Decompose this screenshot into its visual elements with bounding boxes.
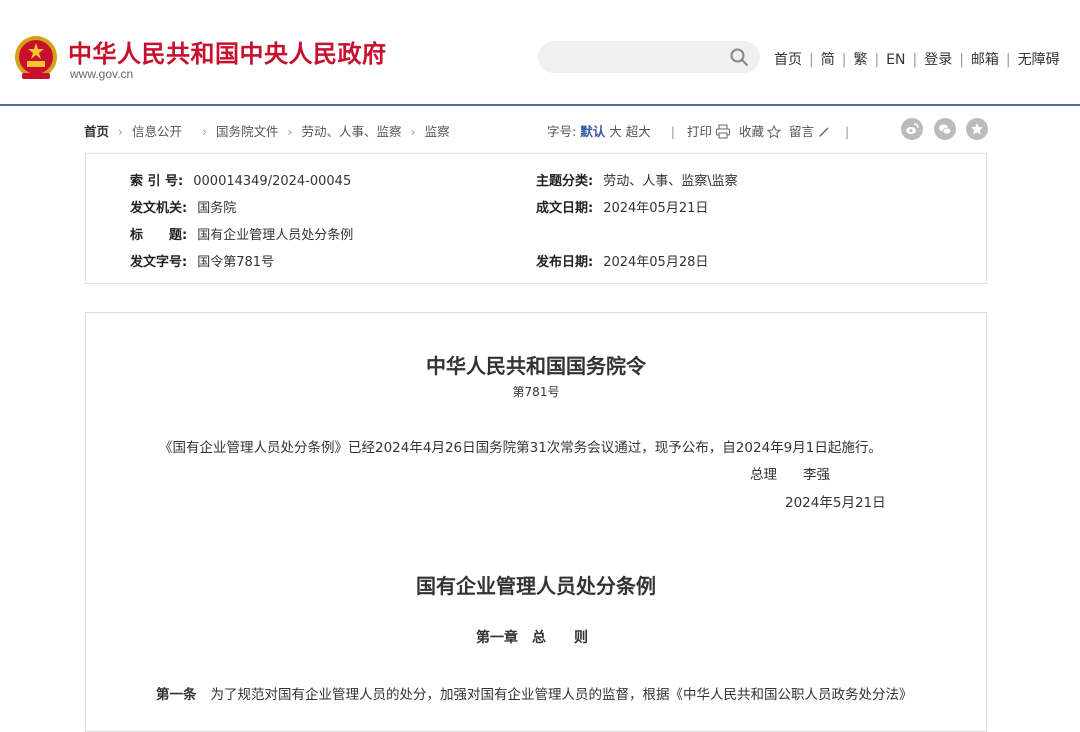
meta-category-label: 主题分类: xyxy=(536,174,594,189)
meta-index: 索 引 号: 000014349/2024-00045 xyxy=(130,170,351,189)
breadcrumb-supervision[interactable]: 监察 xyxy=(425,124,450,139)
meta-issuer-label: 发文机关: xyxy=(130,201,188,216)
chapter-heading: 第一章 总 则 xyxy=(476,630,588,646)
nav-separator: | xyxy=(959,52,964,68)
meta-doc-number: 发文字号: 国令第781号 xyxy=(130,251,274,270)
meta-title-label: 标 题: xyxy=(130,228,188,243)
meta-written-value: 2024年05月21日 xyxy=(603,201,709,216)
chevron-right-icon: › xyxy=(410,124,416,139)
comment-label: 留言 xyxy=(789,124,815,139)
font-size-xlarge[interactable]: 超大 xyxy=(626,124,651,139)
nav-english[interactable]: EN xyxy=(886,52,905,68)
search-icon[interactable] xyxy=(729,47,749,67)
print-button[interactable]: 打印 xyxy=(687,121,731,140)
breadcrumb-info-public[interactable]: 信息公开 xyxy=(132,124,182,139)
star-icon xyxy=(971,123,983,135)
nav-separator: | xyxy=(874,52,880,68)
meta-index-label: 索 引 号: xyxy=(130,174,184,189)
nav-separator: | xyxy=(841,52,847,68)
printer-icon xyxy=(716,124,730,139)
site-url: www.gov.cn xyxy=(70,67,134,81)
print-label: 打印 xyxy=(686,124,712,139)
divider: | xyxy=(670,124,675,139)
meta-written-label: 成文日期: xyxy=(536,201,594,216)
pencil-icon xyxy=(819,127,829,137)
weibo-share-button[interactable] xyxy=(901,118,923,140)
wechat-icon xyxy=(939,124,952,135)
meta-doc-number-value: 国令第781号 xyxy=(197,255,275,270)
regulation-title: 国有企业管理人员处分条例 xyxy=(416,574,656,598)
nav-separator: | xyxy=(809,52,814,68)
meta-publish-date: 发布日期: 2024年05月28日 xyxy=(536,251,708,270)
favorite-label: 收藏 xyxy=(739,124,765,139)
order-title: 中华人民共和国国务院令 xyxy=(426,354,646,378)
top-nav: 首页 | 简 | 繁 | EN | 登录 | 邮箱 | 无障碍 xyxy=(774,49,1060,69)
national-emblem-icon[interactable] xyxy=(14,35,58,81)
favorite-share-button[interactable] xyxy=(966,118,988,140)
wechat-share-button[interactable] xyxy=(934,118,956,140)
article-1: 第一条 为了规范对国有企业管理人员的处分，加强对国有企业管理人员的监督，根据《中华… xyxy=(156,683,913,703)
page-tools: 字号: 默认大超大 | 打印 收藏 留言 | xyxy=(547,121,849,140)
signature-name: 李强 xyxy=(803,467,830,483)
chevron-right-icon: › xyxy=(287,124,293,139)
order-number: 第781号 xyxy=(512,385,560,399)
chevron-right-icon: › xyxy=(118,124,124,139)
nav-login[interactable]: 登录 xyxy=(924,52,952,68)
signature-title: 总理 xyxy=(750,467,777,483)
article-number: 第一条 xyxy=(156,687,197,703)
meta-category-value: 劳动、人事、监察\监察 xyxy=(603,174,738,189)
document-body: 中华人民共和国国务院令 第781号 《国有企业管理人员处分条例》已经2024年4… xyxy=(85,312,987,732)
nav-separator: | xyxy=(1005,52,1011,68)
site-title[interactable]: 中华人民共和国中央人民政府 xyxy=(68,34,387,69)
breadcrumb-labor[interactable]: 劳动、人事、监察 xyxy=(302,124,402,139)
font-size-default[interactable]: 默认 xyxy=(580,124,605,139)
star-outline-icon xyxy=(766,124,782,139)
search-input[interactable] xyxy=(538,41,760,73)
meta-publish-label: 发布日期: xyxy=(536,255,594,270)
nav-mail[interactable]: 邮箱 xyxy=(971,52,999,68)
chevron-right-icon: › xyxy=(202,124,208,139)
signature: 总理 李强 xyxy=(750,463,830,483)
nav-simplified[interactable]: 简 xyxy=(821,52,835,68)
article-text: 为了规范对国有企业管理人员的处分，加强对国有企业管理人员的监督，根据《中华人民共… xyxy=(210,687,913,703)
nav-traditional[interactable]: 繁 xyxy=(853,52,867,68)
font-size-large[interactable]: 大 xyxy=(609,124,622,139)
meta-index-value: 000014349/2024-00045 xyxy=(193,174,352,189)
breadcrumb-state-council-docs[interactable]: 国务院文件 xyxy=(216,124,279,139)
font-size-label: 字号: xyxy=(547,124,577,139)
nav-home[interactable]: 首页 xyxy=(774,52,802,68)
meta-issuer-value: 国务院 xyxy=(197,201,237,216)
signature-date: 2024年5月21日 xyxy=(785,495,886,511)
weibo-icon xyxy=(906,123,919,134)
breadcrumb: 首页 › 信息公开 › 国务院文件 › 劳动、人事、监察 › 监察 xyxy=(84,121,450,140)
divider: | xyxy=(845,124,850,139)
meta-publish-value: 2024年05月28日 xyxy=(603,255,709,270)
meta-title-value: 国有企业管理人员处分条例 xyxy=(197,228,354,243)
favorite-button[interactable]: 收藏 xyxy=(739,121,782,140)
meta-issuer: 发文机关: 国务院 xyxy=(130,197,236,216)
breadcrumb-home[interactable]: 首页 xyxy=(84,124,109,139)
nav-separator: | xyxy=(912,52,918,68)
promulgation-paragraph: 《国有企业管理人员处分条例》已经2024年4月26日国务院第31次常务会议通过，… xyxy=(159,440,882,456)
meta-written-date: 成文日期: 2024年05月21日 xyxy=(536,197,708,216)
meta-category: 主题分类: 劳动、人事、监察\监察 xyxy=(536,170,738,189)
document-metadata: 索 引 号: 000014349/2024-00045 主题分类: 劳动、人事、监察… xyxy=(85,153,987,284)
comment-button[interactable]: 留言 xyxy=(789,121,831,140)
meta-title: 标 题: 国有企业管理人员处分条例 xyxy=(130,224,353,243)
meta-doc-number-label: 发文字号: xyxy=(130,255,188,270)
nav-accessibility[interactable]: 无障碍 xyxy=(1018,52,1060,68)
site-header: 中华人民共和国中央人民政府 www.gov.cn 首页 | 简 | 繁 | EN | 登录 | 邮箱… xyxy=(0,0,1080,106)
